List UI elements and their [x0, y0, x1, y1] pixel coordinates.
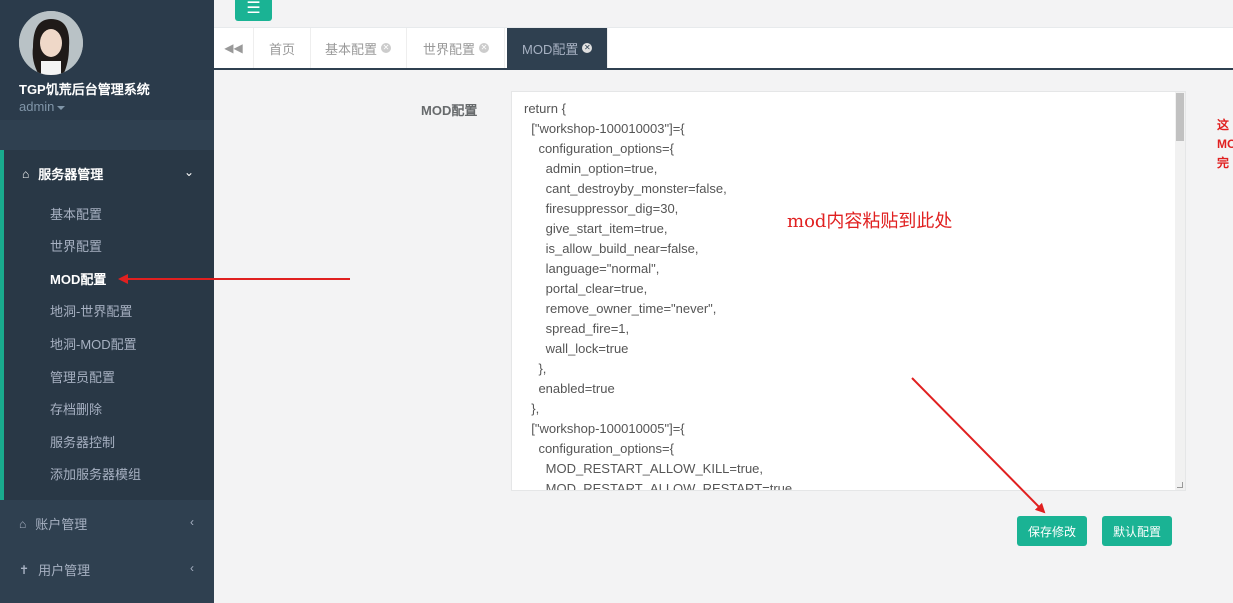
user-menu[interactable]: admin [19, 99, 66, 114]
scrollbar-thumb[interactable] [1176, 93, 1184, 141]
menu-toggle-button[interactable]: ☰ [235, 0, 272, 21]
tab-bar: ◀◀ 首页 基本配置 ✕ 世界配置 ✕ MOD配置 ✕ [214, 28, 1233, 70]
home-icon: ⌂ [22, 166, 30, 181]
tab-scroll-left-button[interactable]: ◀◀ [214, 28, 254, 68]
chevron-left-icon: ‹ [190, 515, 194, 529]
mod-config-label: MOD配置 [421, 103, 478, 118]
resize-handle-icon[interactable] [1177, 482, 1183, 488]
mod-config-textarea[interactable]: return { ["workshop-100010003"]={ config… [511, 91, 1186, 491]
close-icon[interactable]: ✕ [582, 43, 593, 53]
home-icon: ⌂ [19, 516, 27, 531]
tab-world-config[interactable]: 世界配置 ✕ [408, 28, 506, 68]
nav-server-management-label: 服务器管理 [38, 167, 104, 182]
default-config-button[interactable]: 默认配置 [1102, 516, 1172, 546]
close-icon[interactable]: ✕ [479, 43, 490, 53]
sidebar-item-cave-world-config[interactable]: 地洞-世界配置 [50, 301, 132, 320]
sidebar: TGP饥荒后台管理系统 admin ⌂ 服务器管理 ⌄ 基本配置 世界配置 MO… [0, 0, 214, 603]
nav-user-management[interactable]: ✝ 用户管理 [19, 560, 90, 579]
tab-label: 世界配置 [423, 41, 476, 57]
chevron-left-icon: ‹ [190, 561, 194, 575]
sidebar-item-basic-config[interactable]: 基本配置 [50, 204, 102, 223]
user-name: admin [19, 99, 55, 114]
app-title: TGP饥荒后台管理系统 [19, 82, 150, 97]
sidebar-item-server-control[interactable]: 服务器控制 [50, 432, 115, 451]
tab-label: 基本配置 [325, 41, 378, 57]
close-icon[interactable]: ✕ [381, 43, 392, 53]
tab-basic-config[interactable]: 基本配置 ✕ [310, 28, 408, 68]
save-changes-button[interactable]: 保存修改 [1017, 516, 1087, 546]
sidebar-item-admin-config[interactable]: 管理员配置 [50, 367, 115, 386]
hamburger-icon: ☰ [246, 0, 261, 17]
top-navbar: ☰ [214, 0, 1233, 28]
side-hint-annotation: 这 MO 完 [1217, 118, 1233, 170]
nav-account-management-label: 账户管理 [35, 517, 88, 532]
caret-down-icon [57, 105, 66, 110]
sidebar-item-add-server-mod[interactable]: 添加服务器模组 [50, 464, 141, 483]
tab-mod-config[interactable]: MOD配置 ✕ [507, 28, 609, 68]
nav-user-management-label: 用户管理 [38, 563, 91, 578]
sidebar-item-save-delete[interactable]: 存档删除 [50, 399, 102, 418]
sidebar-item-world-config[interactable]: 世界配置 [50, 236, 102, 255]
nav-server-management[interactable]: ⌂ 服务器管理 [22, 164, 103, 183]
sidebar-item-cave-mod-config[interactable]: 地洞-MOD配置 [50, 334, 137, 353]
mod-config-content: return { ["workshop-100010003"]={ config… [524, 101, 793, 491]
nav-account-management[interactable]: ⌂ 账户管理 [19, 514, 87, 533]
profile-panel: TGP饥荒后台管理系统 admin [0, 0, 214, 120]
user-icon: ✝ [19, 562, 30, 577]
avatar[interactable] [19, 11, 83, 75]
double-chevron-left-icon: ◀◀ [224, 41, 243, 55]
tab-label: MOD配置 [522, 41, 579, 57]
paste-hint-annotation: mod内容粘贴到此处 [787, 211, 953, 232]
tab-label: 首页 [269, 41, 296, 57]
tab-home[interactable]: 首页 [254, 28, 312, 68]
chevron-down-icon: ⌄ [183, 165, 194, 179]
vertical-scrollbar[interactable] [1175, 92, 1185, 490]
sidebar-item-mod-config[interactable]: MOD配置 [50, 269, 106, 288]
